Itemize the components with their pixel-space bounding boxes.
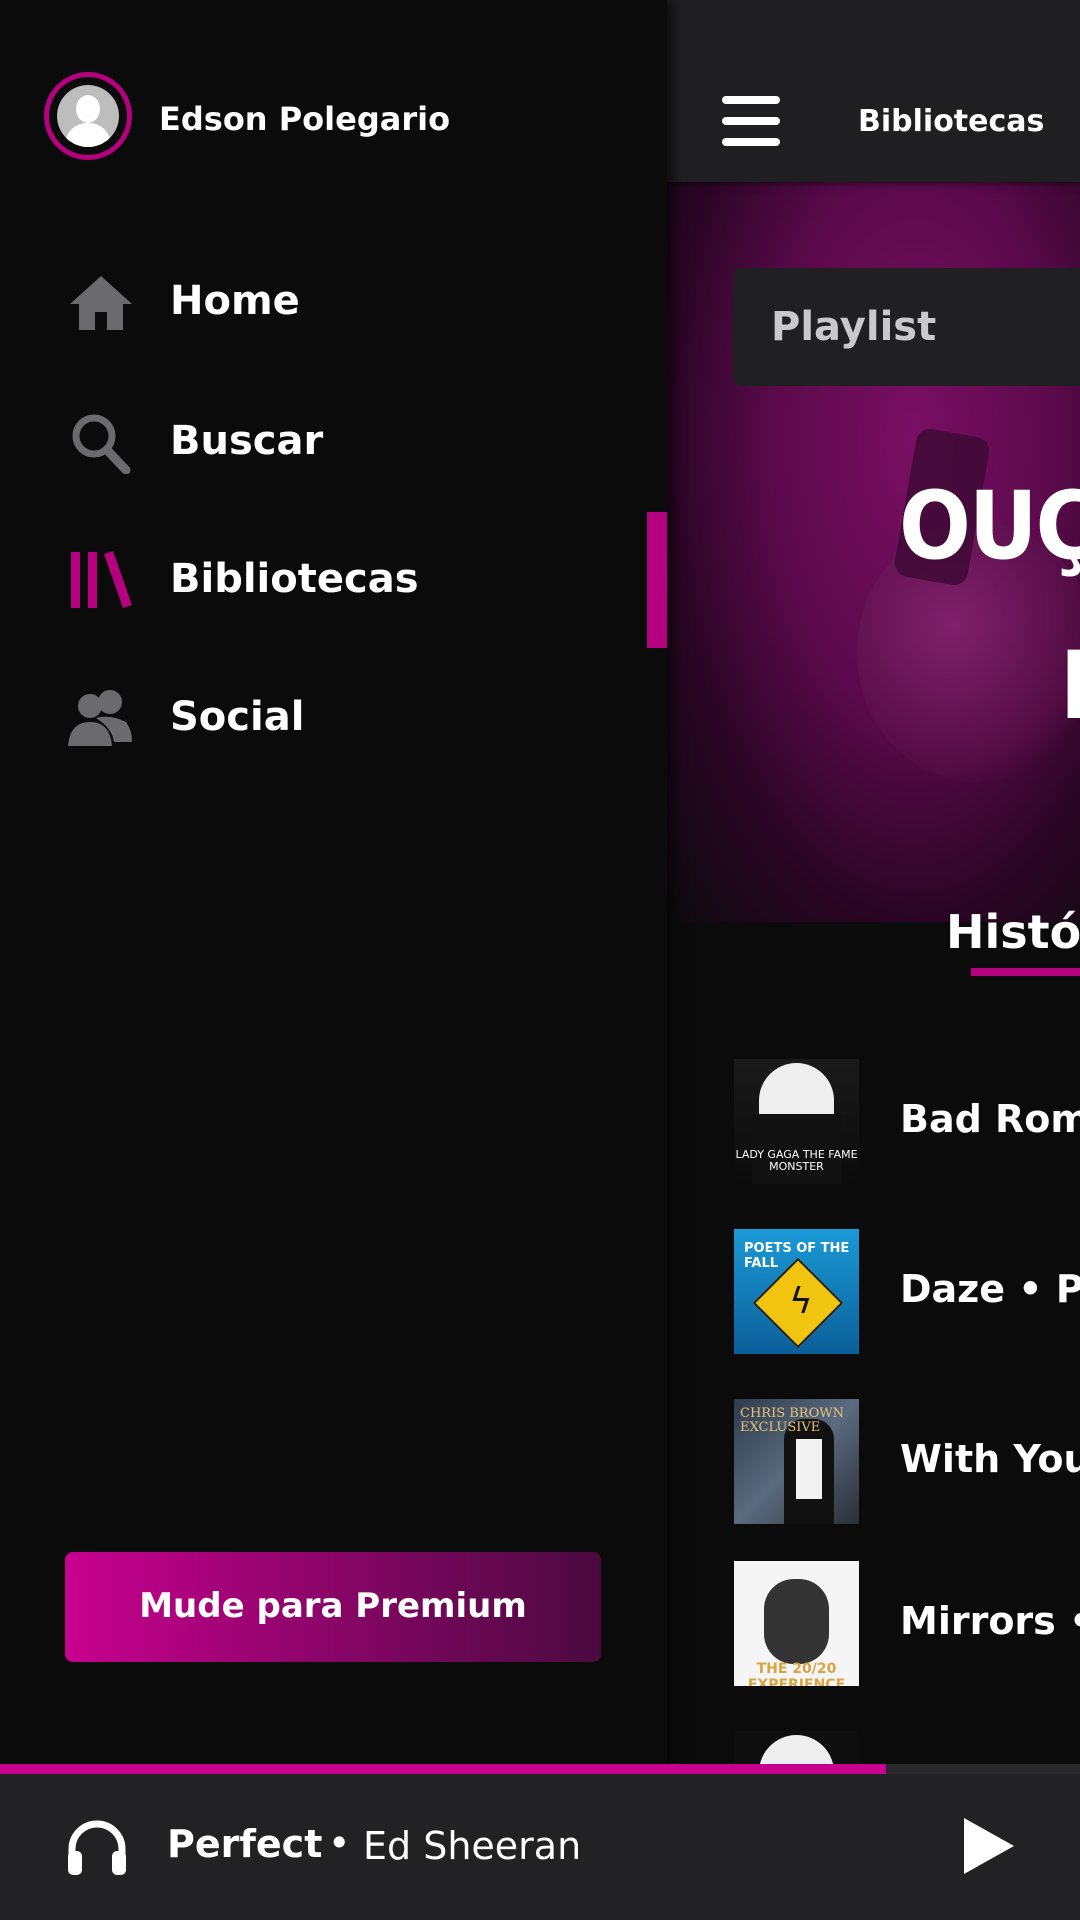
album-art: LADY GAGA THE FAME MONSTER — [734, 1059, 859, 1184]
track-item[interactable]: THE 20/20 EXPERIENCE Mirrors • — [734, 1561, 1080, 1687]
album-art: CHRIS BROWN EXCLUSIVE — [734, 1399, 859, 1524]
upgrade-premium-button[interactable]: Mude para Premium — [65, 1552, 601, 1662]
search-icon — [72, 414, 131, 474]
track-item[interactable] — [734, 1731, 1080, 1764]
sidebar-item-search[interactable]: Buscar — [0, 380, 667, 500]
now-playing-title: Perfect — [167, 1822, 323, 1866]
hero-title-line2: M — [1059, 632, 1080, 741]
track-title: With You — [900, 1437, 1080, 1481]
track-item[interactable]: LADY GAGA THE FAME MONSTER Bad Roma — [734, 1059, 1080, 1185]
sidebar-item-bibliotecas[interactable]: Bibliotecas — [0, 518, 667, 638]
sidebar-item-social[interactable]: Social — [0, 656, 667, 776]
album-art-text: THE 20/20 EXPERIENCE — [747, 1661, 846, 1686]
hero-banner: Playlist OUÇA M — [667, 182, 1080, 922]
library-icon — [71, 551, 132, 608]
track-title: Daze • P — [900, 1267, 1080, 1311]
album-art-text: CHRIS BROWN EXCLUSIVE — [740, 1406, 844, 1435]
album-art: THE 20/20 EXPERIENCE — [734, 1561, 859, 1686]
track-title: Mirrors • — [900, 1599, 1080, 1643]
playback-progress[interactable] — [0, 1764, 1080, 1774]
navigation-drawer: Edson Polegario Home Buscar Bibliotecas … — [0, 0, 667, 1764]
track-item[interactable]: CHRIS BROWN EXCLUSIVE With You — [734, 1399, 1080, 1525]
menu-icon[interactable] — [722, 96, 780, 146]
people-icon — [68, 690, 132, 746]
active-indicator — [647, 512, 667, 648]
now-playing-artist: Ed Sheeran — [363, 1824, 582, 1868]
sidebar-item-label: Buscar — [170, 418, 324, 464]
album-art-text: POETS OF THE FALL — [744, 1241, 850, 1271]
playback-progress-fill — [0, 1764, 886, 1774]
playlist-button[interactable]: Playlist — [733, 268, 1080, 386]
upgrade-premium-label: Mude para Premium — [139, 1586, 527, 1626]
tab-history-underline — [971, 968, 1080, 976]
top-app-bar: Bibliotecas — [667, 0, 1080, 182]
sidebar-item-label: Bibliotecas — [170, 556, 419, 602]
album-art: ϟ POETS OF THE FALL — [734, 1229, 859, 1354]
album-art-text: LADY GAGA THE FAME MONSTER — [735, 1148, 858, 1173]
headphones-icon — [68, 1820, 126, 1875]
play-icon[interactable] — [960, 1816, 1016, 1876]
avatar[interactable] — [44, 72, 132, 160]
tab-history[interactable]: Histó — [946, 905, 1080, 959]
home-icon — [70, 276, 132, 330]
sidebar-item-label: Home — [170, 278, 300, 324]
playlist-button-label: Playlist — [771, 304, 937, 350]
now-playing-separator: • — [328, 1821, 351, 1865]
album-art — [734, 1731, 859, 1764]
user-name: Edson Polegario — [159, 100, 451, 138]
track-title: Bad Roma — [900, 1097, 1080, 1141]
sidebar-item-home[interactable]: Home — [0, 240, 667, 360]
page-title: Bibliotecas — [858, 104, 1045, 139]
sidebar-item-label: Social — [170, 694, 305, 740]
hero-title: OUÇA — [899, 472, 1080, 581]
mini-player[interactable]: Perfect • Ed Sheeran — [0, 1774, 1080, 1920]
track-item[interactable]: ϟ POETS OF THE FALL Daze • P — [734, 1229, 1080, 1355]
